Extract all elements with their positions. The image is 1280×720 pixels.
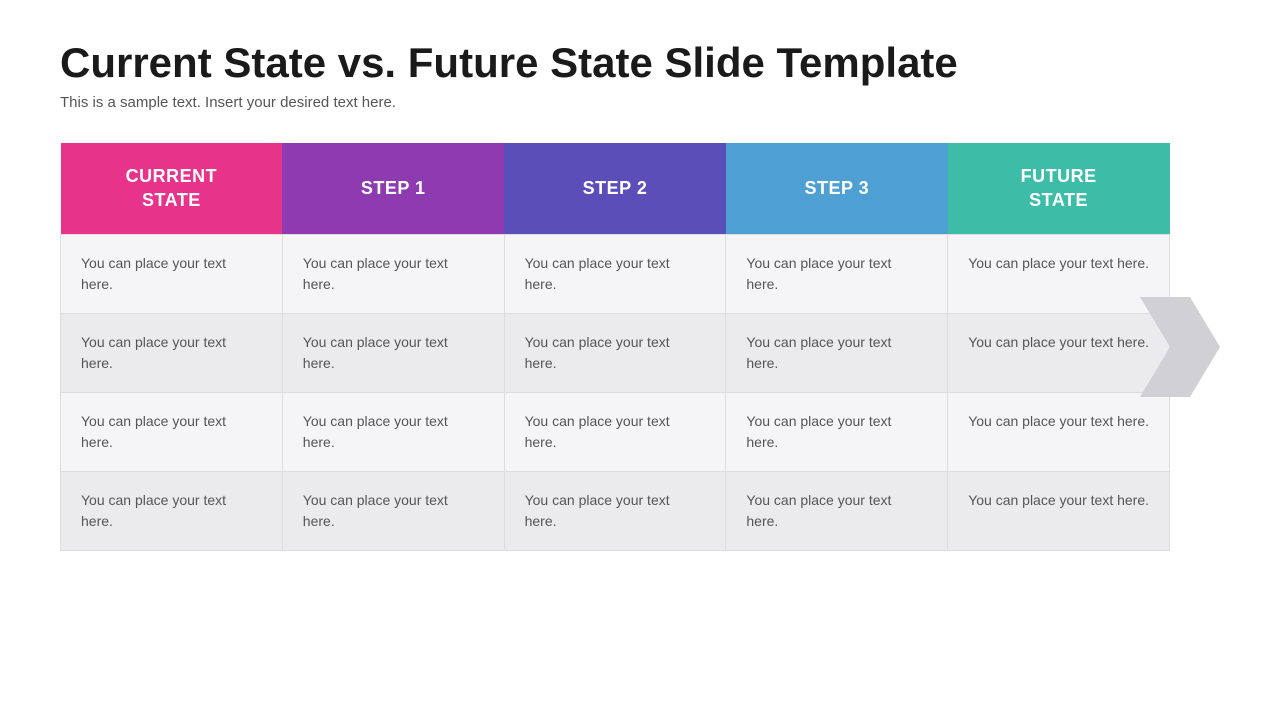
cell-r2c4: You can place your text here. [726, 313, 948, 392]
cell-r4c1: You can place your text here. [61, 471, 283, 550]
table-header: CURRENTSTATE STEP 1 STEP 2 STEP 3 FUTURE… [61, 143, 1170, 234]
cell-r3c3: You can place your text here. [504, 392, 726, 471]
cell-r2c5: You can place your text here. [948, 313, 1170, 392]
page-subtitle: This is a sample text. Insert your desir… [60, 94, 1220, 111]
right-arrow-icon [1140, 297, 1220, 397]
cell-r4c5: You can place your text here. [948, 471, 1170, 550]
cell-r1c2: You can place your text here. [282, 234, 504, 313]
cell-r2c2: You can place your text here. [282, 313, 504, 392]
header-future-state: FUTURESTATE [948, 143, 1170, 234]
cell-r1c3: You can place your text here. [504, 234, 726, 313]
cell-r4c4: You can place your text here. [726, 471, 948, 550]
cell-r3c1: You can place your text here. [61, 392, 283, 471]
header-current-state: CURRENTSTATE [61, 143, 283, 234]
table-body: You can place your text here. You can pl… [61, 234, 1170, 550]
cell-r1c1: You can place your text here. [61, 234, 283, 313]
page-title: Current State vs. Future State Slide Tem… [60, 40, 1220, 86]
table-row: You can place your text here. You can pl… [61, 313, 1170, 392]
header-step2: STEP 2 [504, 143, 726, 234]
cell-r3c4: You can place your text here. [726, 392, 948, 471]
cell-r1c5: You can place your text here. [948, 234, 1170, 313]
header-step1: STEP 1 [282, 143, 504, 234]
cell-r2c1: You can place your text here. [61, 313, 283, 392]
cell-r2c3: You can place your text here. [504, 313, 726, 392]
table-wrapper: CURRENTSTATE STEP 1 STEP 2 STEP 3 FUTURE… [60, 143, 1220, 551]
main-table: CURRENTSTATE STEP 1 STEP 2 STEP 3 FUTURE… [60, 143, 1170, 551]
table-row: You can place your text here. You can pl… [61, 234, 1170, 313]
cell-r4c2: You can place your text here. [282, 471, 504, 550]
cell-r4c3: You can place your text here. [504, 471, 726, 550]
header-step3: STEP 3 [726, 143, 948, 234]
table-row: You can place your text here. You can pl… [61, 392, 1170, 471]
cell-r1c4: You can place your text here. [726, 234, 948, 313]
cell-r3c2: You can place your text here. [282, 392, 504, 471]
cell-r3c5: You can place your text here. [948, 392, 1170, 471]
table-row: You can place your text here. You can pl… [61, 471, 1170, 550]
